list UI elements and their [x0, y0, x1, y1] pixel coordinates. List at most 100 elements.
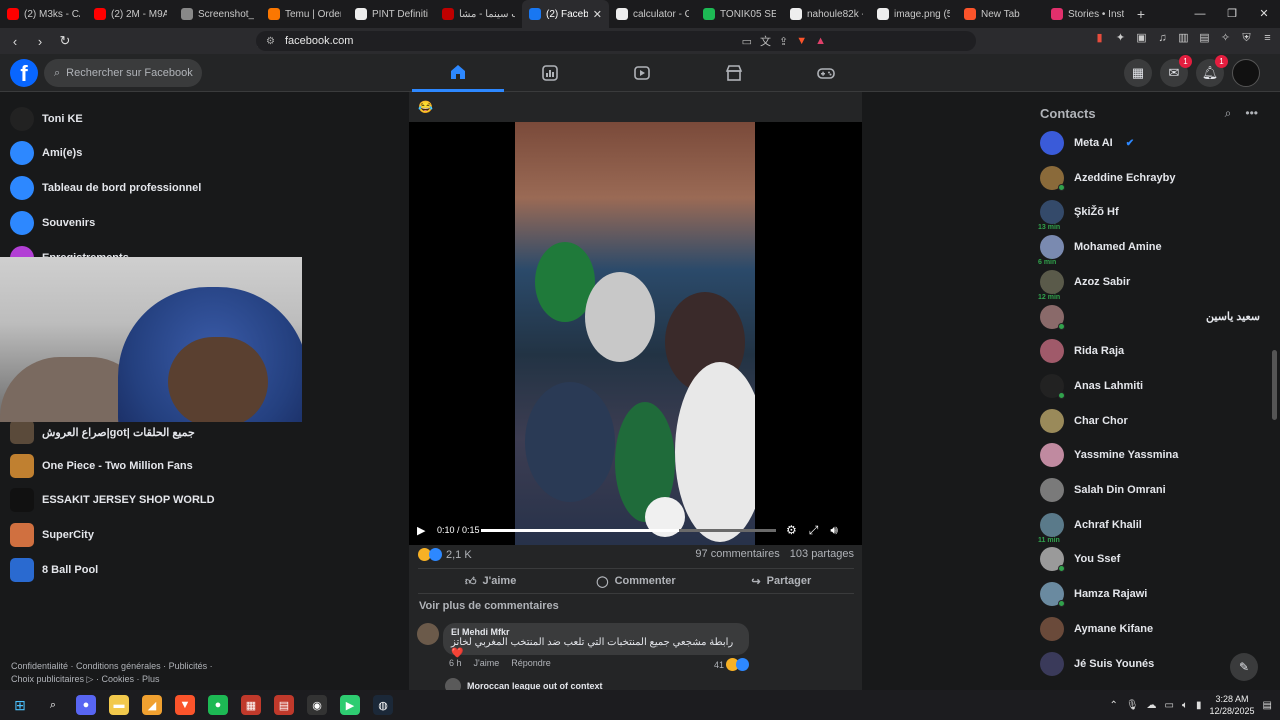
- footer-line-1[interactable]: Confidentialité · Conditions générales ·…: [11, 660, 213, 673]
- extensions-icon[interactable]: ✦: [1114, 32, 1127, 45]
- back-icon[interactable]: ‹: [5, 34, 25, 49]
- sidebar-shortcut[interactable]: 8 Ball Pool: [10, 555, 98, 585]
- contact-item[interactable]: سعيد ياسين: [1040, 302, 1260, 332]
- close-window-button[interactable]: ✕: [1248, 0, 1280, 28]
- contact-item[interactable]: Char Chor: [1040, 406, 1260, 436]
- brave-icon[interactable]: ▼: [175, 695, 195, 715]
- comments-count[interactable]: 97 commentaires: [695, 548, 779, 560]
- wallet-icon[interactable]: ▤: [1198, 32, 1211, 45]
- browser-tab[interactable]: توب سينما - مشا: [435, 0, 522, 28]
- share-button[interactable]: ↪ Partager: [709, 569, 854, 593]
- reaction-count[interactable]: 2,1 K: [446, 549, 472, 561]
- speaker-icon[interactable]: 🔈︎: [1182, 700, 1188, 711]
- discord-icon[interactable]: ●: [76, 695, 96, 715]
- contact-item[interactable]: You Ssef: [1040, 544, 1260, 574]
- network-icon[interactable]: ▭: [1165, 700, 1174, 711]
- contact-item[interactable]: Aymane Kifane: [1040, 614, 1260, 644]
- obs-icon[interactable]: ◉: [307, 695, 327, 715]
- sidebar-shortcut[interactable]: SuperCity: [10, 520, 94, 550]
- contact-item[interactable]: 13 min ŞkiŽõ Hf: [1038, 197, 1260, 231]
- sidebar-item[interactable]: Tableau de bord professionnel: [10, 173, 201, 203]
- comment-like-link[interactable]: J'aime: [474, 658, 500, 671]
- contact-item[interactable]: Anas Lahmiti: [1040, 371, 1260, 401]
- sidebar-shortcut[interactable]: ESSAKIT JERSEY SHOP WORLD: [10, 485, 215, 515]
- comment-reply-link[interactable]: Répondre: [511, 658, 551, 671]
- voice-changer-icon[interactable]: ▤: [274, 695, 294, 715]
- facebook-logo-icon[interactable]: f: [10, 59, 38, 87]
- vpn-icon[interactable]: ⛨: [1240, 32, 1253, 45]
- sidebar-item[interactable]: Souvenirs: [10, 208, 95, 238]
- browser-tab[interactable]: (2) 2M - M9AW: [87, 0, 174, 28]
- contact-item[interactable]: Hamza Rajawi: [1040, 579, 1260, 609]
- fullscreen-icon[interactable]: ⤢: [809, 523, 819, 538]
- page-scrollbar[interactable]: [1272, 350, 1277, 420]
- microphone-icon[interactable]: 🎙︎: [1126, 700, 1139, 711]
- browser-tab[interactable]: (2) M3ks - CAU: [0, 0, 87, 28]
- browser-tab[interactable]: image.png (55: [870, 0, 957, 28]
- share-icon[interactable]: ⇪: [779, 35, 788, 48]
- sidebar-item[interactable]: Toni KE: [10, 104, 83, 134]
- browser-tab[interactable]: Stories • Instagr: [1044, 0, 1131, 28]
- screenshot-icon[interactable]: ▣: [1135, 32, 1148, 45]
- tray-overflow-icon[interactable]: ⌃: [1109, 700, 1117, 711]
- sidebar-icon[interactable]: ▥: [1177, 32, 1190, 45]
- see-more-comments-link[interactable]: Voir plus de commentaires: [419, 600, 559, 612]
- contact-item[interactable]: Azeddine Echrayby: [1040, 163, 1260, 193]
- file-explorer-icon[interactable]: ▬: [109, 695, 129, 715]
- menu-grid-button[interactable]: ▦: [1124, 59, 1152, 87]
- new-message-button[interactable]: ✎: [1230, 653, 1258, 681]
- windows-start-icon[interactable]: ⊞: [10, 695, 30, 715]
- notifications-button[interactable]: 🔔︎ 1: [1196, 55, 1228, 87]
- sidebar-item[interactable]: Ami(e)s: [10, 138, 82, 168]
- browser-tab[interactable]: nahoule82k - G: [783, 0, 870, 28]
- contact-item[interactable]: Meta AI ✔: [1040, 128, 1260, 158]
- sidebar-shortcut[interactable]: One Piece - Two Million Fans: [10, 451, 193, 481]
- browser-tab[interactable]: New Tab: [957, 0, 1044, 28]
- contact-item[interactable]: 12 min Azoz Sabir: [1038, 267, 1260, 301]
- contact-item[interactable]: 11 min Achraf Khalil: [1038, 510, 1260, 544]
- gaming-tab[interactable]: [780, 54, 872, 92]
- new-tab-button[interactable]: +: [1131, 6, 1151, 22]
- contact-item[interactable]: Salah Din Omrani: [1040, 475, 1260, 505]
- terminal-icon[interactable]: ▶: [340, 695, 360, 715]
- browser-tab[interactable]: Temu | Orders: [261, 0, 348, 28]
- search-input[interactable]: [66, 67, 197, 79]
- tab-close-icon[interactable]: ✕: [593, 8, 602, 21]
- comment-button[interactable]: ◯ Commenter: [563, 569, 708, 593]
- leo-ai-icon[interactable]: ✧: [1219, 32, 1232, 45]
- app-icon[interactable]: ◢: [142, 695, 162, 715]
- calculator-icon[interactable]: ▦: [241, 695, 261, 715]
- like-button[interactable]: 👍︎ J'aime: [418, 569, 563, 593]
- forward-icon[interactable]: ›: [30, 34, 50, 49]
- facebook-search[interactable]: ⌕: [44, 59, 202, 87]
- rewards-icon[interactable]: ▲: [815, 35, 826, 47]
- video-progress-bar[interactable]: [481, 528, 776, 532]
- search-icon[interactable]: ⌕: [43, 695, 63, 715]
- messenger-button[interactable]: ✉ 1: [1160, 55, 1192, 87]
- marketplace-tab[interactable]: [688, 54, 780, 92]
- browser-tab[interactable]: TONIK05 SE: [696, 0, 783, 28]
- battery-icon[interactable]: ▮: [1196, 700, 1202, 711]
- contact-item[interactable]: Jé Suis Younés: [1040, 649, 1260, 679]
- more-options-icon[interactable]: •••: [1245, 106, 1258, 121]
- account-avatar[interactable]: [1232, 59, 1260, 87]
- browser-tab[interactable]: Screenshot_202: [174, 0, 261, 28]
- translate-icon[interactable]: 文: [760, 33, 771, 49]
- media-icon[interactable]: ♫: [1156, 32, 1169, 45]
- minimize-button[interactable]: —: [1184, 0, 1216, 28]
- cloud-icon[interactable]: ☁: [1147, 700, 1157, 711]
- browser-tab[interactable]: (2) Facebook ✕: [522, 0, 609, 28]
- site-settings-icon[interactable]: ⚙: [266, 36, 275, 47]
- recording-icon[interactable]: ▮: [1093, 32, 1106, 45]
- contact-item[interactable]: Yassmine Yassmina: [1040, 440, 1260, 470]
- spotify-icon[interactable]: ●: [208, 695, 228, 715]
- reload-icon[interactable]: ↻: [55, 33, 75, 49]
- footer-line-2[interactable]: Choix publicitaires ▷ · Cookies · Plus: [11, 673, 213, 686]
- brave-shield-icon[interactable]: ▼: [796, 35, 807, 47]
- home-tab[interactable]: [412, 54, 504, 92]
- maximize-button[interactable]: ❐: [1216, 0, 1248, 28]
- browser-tab[interactable]: calculator - Goo: [609, 0, 696, 28]
- address-bar[interactable]: ⚙ facebook.com ▭ 文 ⇪ ▼ ▲: [256, 31, 976, 51]
- settings-gear-icon[interactable]: ⚙: [786, 523, 797, 538]
- contact-item[interactable]: Rida Raja: [1040, 336, 1260, 366]
